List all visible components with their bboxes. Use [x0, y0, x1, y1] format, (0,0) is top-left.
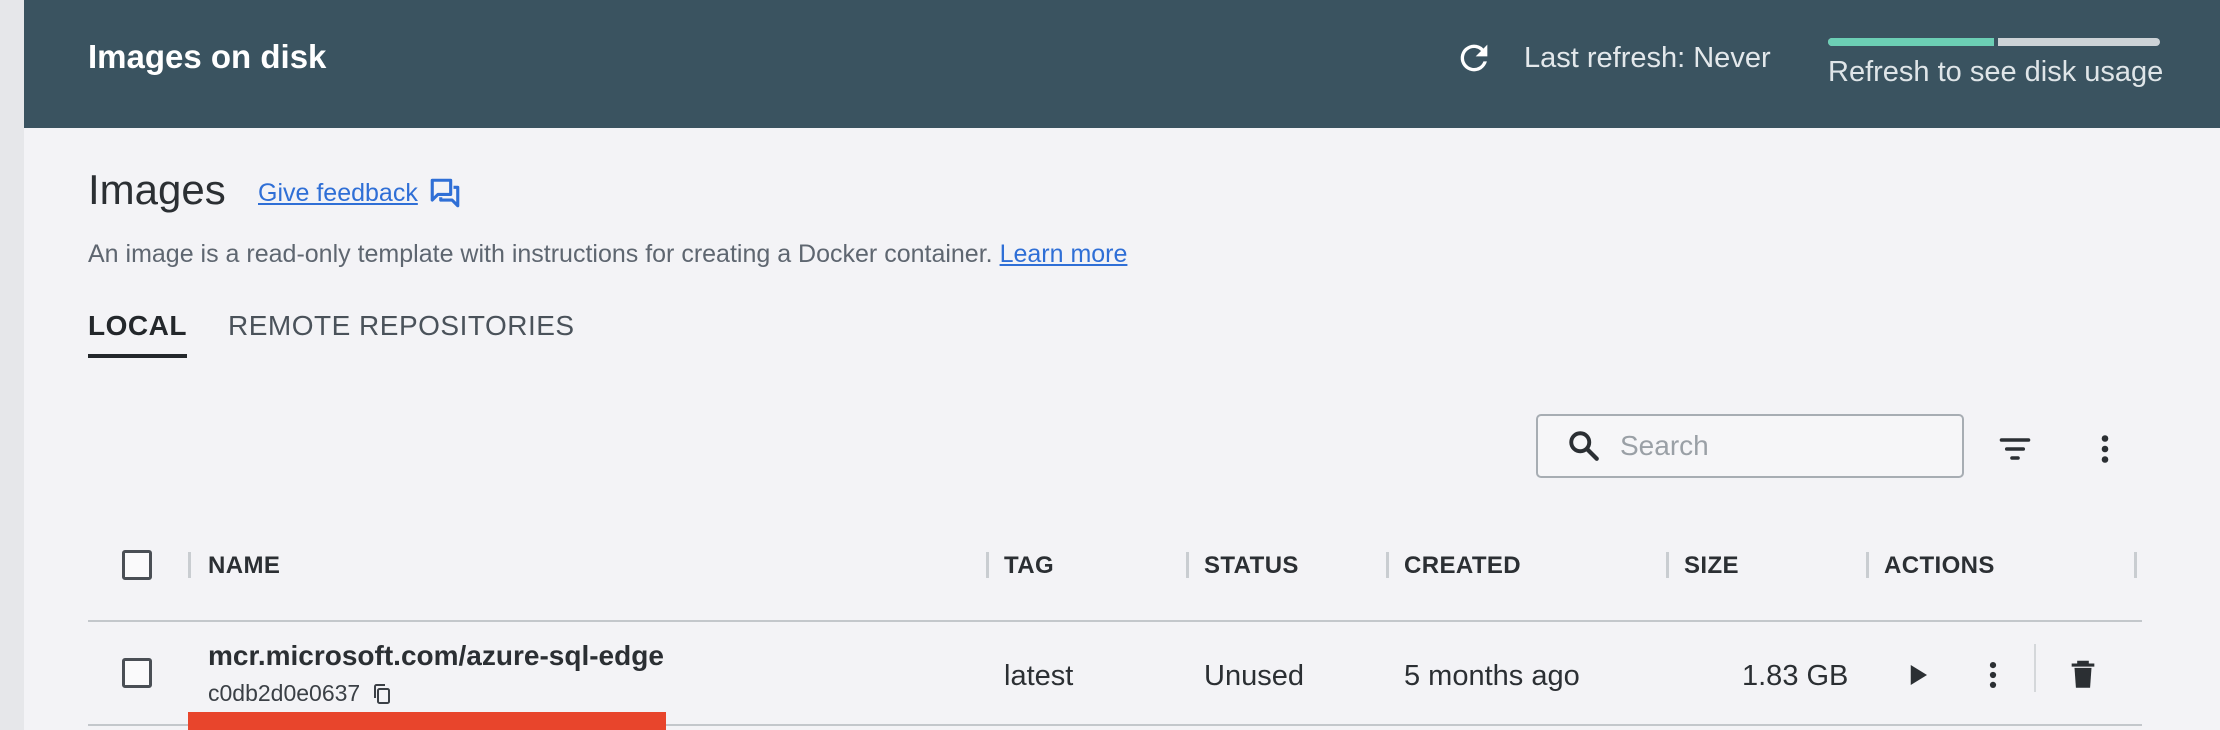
- disk-usage-bar: [1828, 38, 2160, 46]
- filter-icon[interactable]: [1997, 431, 2033, 467]
- left-sidebar-edge: [0, 0, 24, 730]
- search-box[interactable]: [1536, 414, 1964, 478]
- more-vertical-icon[interactable]: [1976, 658, 2010, 692]
- image-id-text: c0db2d0e0637: [208, 680, 361, 706]
- page-header-title: Images on disk: [88, 38, 327, 75]
- image-size: 1.83 GB: [1742, 660, 1849, 692]
- feedback-chat-icon[interactable]: [428, 176, 462, 210]
- image-created: 5 months ago: [1404, 660, 1580, 692]
- column-header-tag[interactable]: TAG: [1004, 552, 1054, 580]
- column-resizer[interactable]: [1666, 552, 1669, 578]
- disk-usage-bar-fill: [1828, 38, 1994, 46]
- delete-icon[interactable]: [2066, 658, 2100, 692]
- actions-divider: [2034, 644, 2036, 692]
- image-id: c0db2d0e0637: [208, 680, 394, 707]
- page-title: Images: [88, 166, 226, 213]
- run-icon[interactable]: [1902, 660, 1932, 690]
- refresh-icon[interactable]: [1454, 38, 1494, 78]
- refresh-control[interactable]: Last refresh: Never: [1454, 36, 1771, 80]
- column-resizer[interactable]: [2134, 552, 2137, 578]
- search-input[interactable]: [1620, 430, 1940, 462]
- column-resizer[interactable]: [1386, 552, 1389, 578]
- disk-usage-label: Refresh to see disk usage: [1828, 56, 2164, 88]
- run-button[interactable]: [1894, 652, 1940, 698]
- column-header-name[interactable]: NAME: [208, 552, 280, 580]
- give-feedback-label[interactable]: Give feedback: [258, 179, 418, 208]
- copy-icon[interactable]: [370, 682, 394, 706]
- disk-usage-bar-gap: [1994, 38, 1998, 46]
- column-header-status[interactable]: STATUS: [1204, 552, 1299, 580]
- search-icon: [1569, 431, 1599, 461]
- more-options-button[interactable]: [2082, 426, 2128, 472]
- select-all-checkbox[interactable]: [122, 550, 152, 580]
- delete-button[interactable]: [2060, 652, 2106, 698]
- tab-local[interactable]: LOCAL: [88, 310, 187, 358]
- description-text: An image is a read-only template with in…: [88, 240, 993, 268]
- table-row[interactable]: mcr.microsoft.com/azure-sql-edge c0db2d0…: [88, 622, 2142, 724]
- column-header-created[interactable]: CREATED: [1404, 552, 1521, 580]
- column-resizer[interactable]: [1866, 552, 1869, 578]
- image-tag: latest: [1004, 660, 1074, 692]
- column-resizer[interactable]: [188, 552, 191, 578]
- row-more-button[interactable]: [1970, 652, 2016, 698]
- column-resizer[interactable]: [986, 552, 989, 578]
- column-resizer[interactable]: [1186, 552, 1189, 578]
- column-header-size[interactable]: SIZE: [1684, 552, 1739, 580]
- annotation-highlight-bar: [188, 712, 666, 730]
- give-feedback-link[interactable]: Give feedback: [258, 176, 462, 210]
- image-name[interactable]: mcr.microsoft.com/azure-sql-edge: [208, 640, 664, 672]
- more-vertical-icon[interactable]: [2087, 431, 2123, 467]
- column-header-actions: ACTIONS: [1884, 552, 1995, 579]
- learn-more-link[interactable]: Learn more: [1000, 240, 1128, 268]
- tab-remote-repositories[interactable]: REMOTE REPOSITORIES: [228, 310, 575, 342]
- top-header: Images on disk Last refresh: Never Refre…: [24, 0, 2220, 128]
- image-status: Unused: [1204, 660, 1304, 692]
- filter-button[interactable]: [1992, 426, 2038, 472]
- disk-usage: Refresh to see disk usage: [1828, 38, 2164, 89]
- row-checkbox[interactable]: [122, 658, 152, 688]
- page-description: An image is a read-only template with in…: [88, 240, 1127, 269]
- table-header: NAME TAG STATUS CREATED SIZE ACTIONS: [88, 540, 2142, 592]
- last-refresh-text: Last refresh: Never: [1524, 41, 1771, 74]
